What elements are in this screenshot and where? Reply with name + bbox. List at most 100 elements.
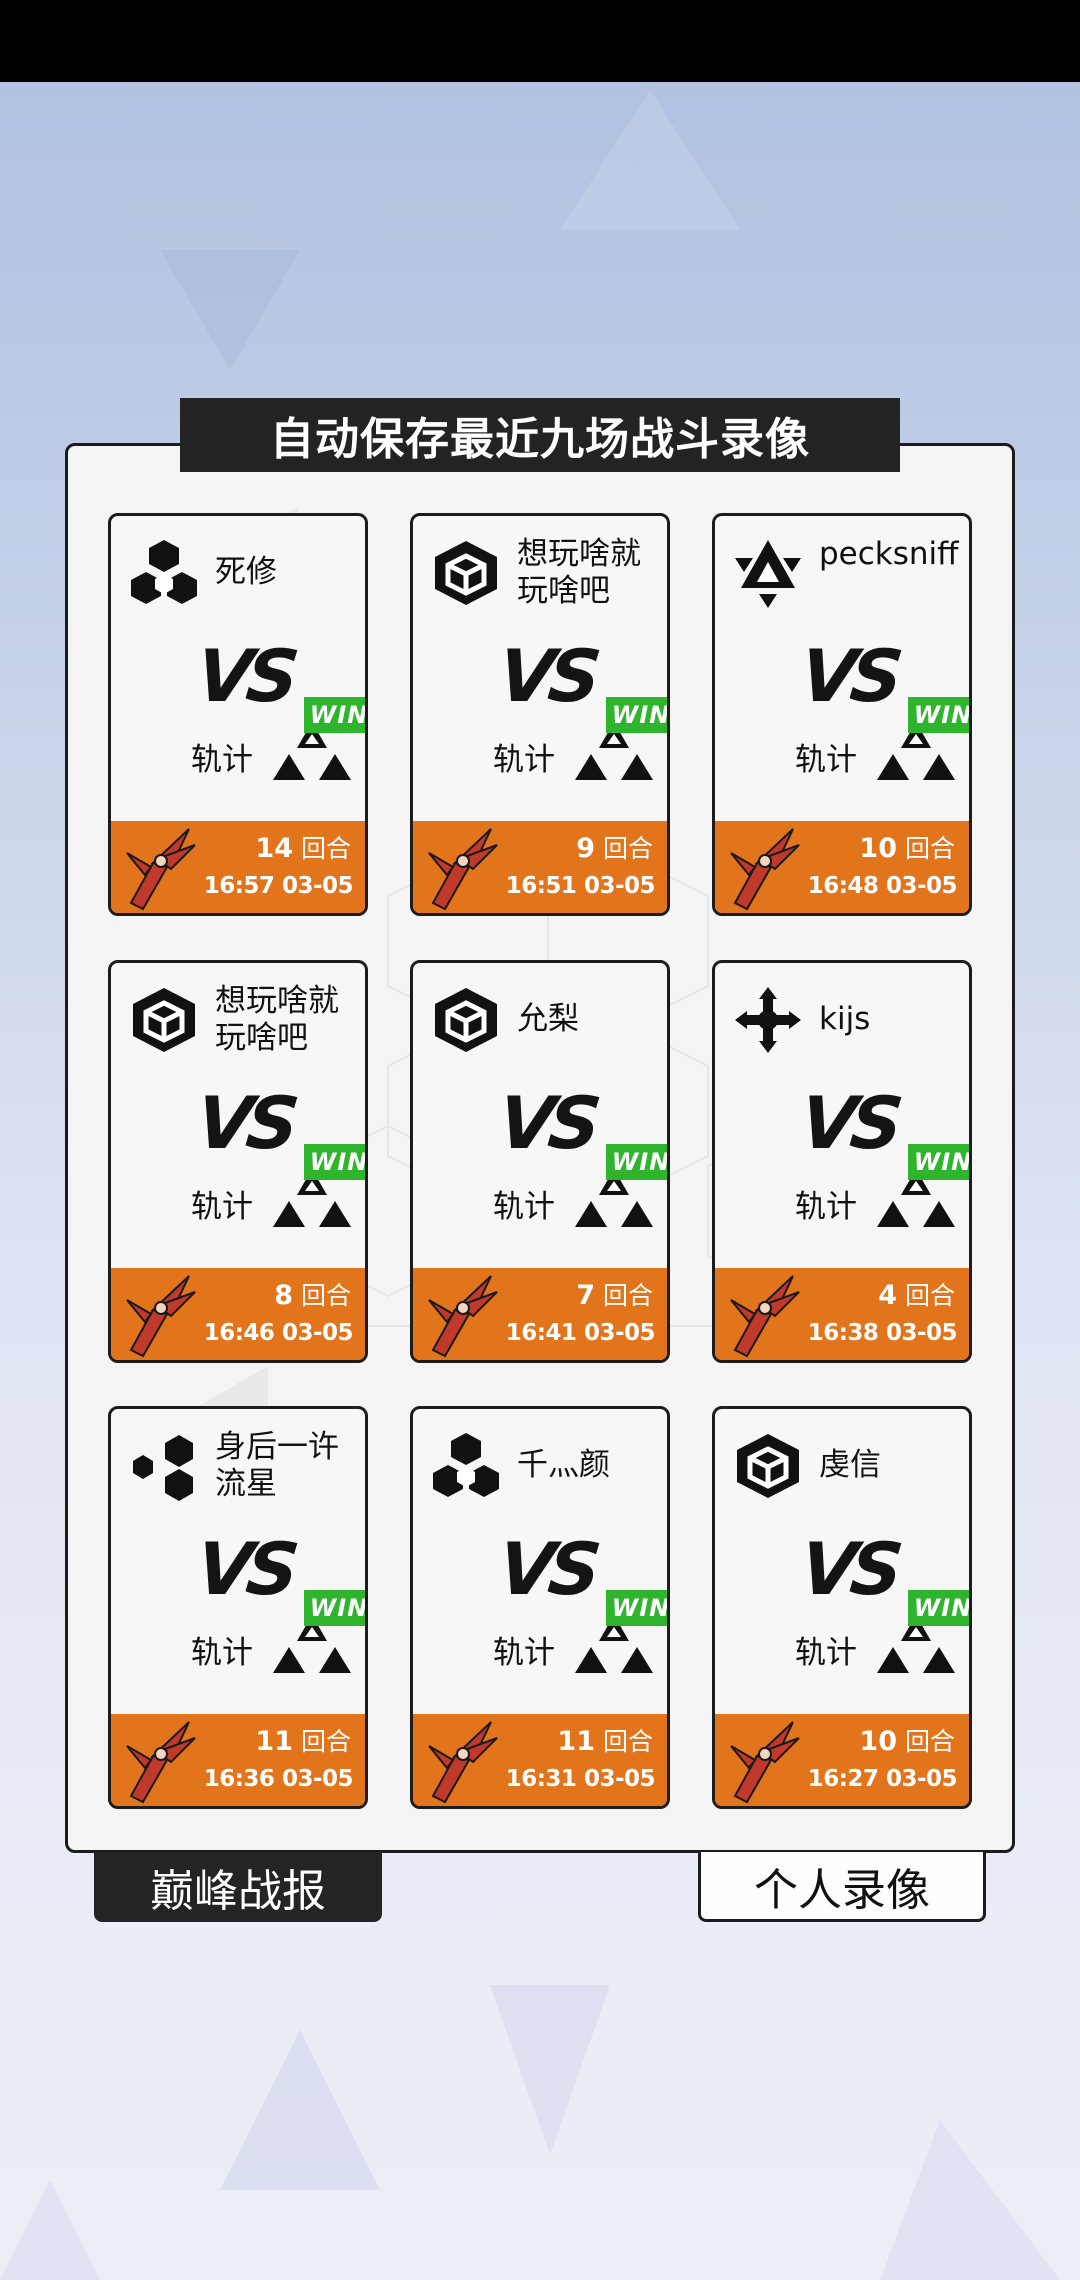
battle-record-card[interactable]: 身后一许流星 VS 轨计 WIN 11 回合 16:36 03-05 [108,1406,368,1809]
rounds-label: 回合 [300,834,351,863]
card-header: kijs VS 轨计 WIN [715,963,969,1268]
vs-label: VS [494,1081,599,1165]
cube-icon [431,538,501,608]
background-triangle [0,2180,100,2280]
tab-peak-reports[interactable]: 巅峰战报 [94,1852,382,1922]
player-name: 轨计 [493,1189,555,1225]
cube-icon [431,985,501,1055]
rounds-number: 8 [274,1280,293,1311]
hero-portrait [123,823,197,911]
player-name: 轨计 [795,1189,857,1225]
rounds-count: 10 回合 [859,829,955,865]
battle-record-card[interactable]: kijs VS 轨计 WIN 4 回合 16:38 03-05 [712,960,972,1363]
battle-record-card[interactable]: 死修 VS 轨计 WIN 14 回合 16:57 03-05 [108,513,368,916]
battle-record-card[interactable]: pecksniff VS 轨计 WIN 10 回合 16:48 03-05 [712,513,972,916]
win-badge: WIN [304,697,365,733]
battle-time: 16:46 03-05 [203,1320,354,1346]
rounds-label: 回合 [602,834,653,863]
card-footer: 7 回合 16:41 03-05 [413,1268,667,1360]
player-name: 轨计 [191,1189,253,1225]
rounds-label: 回合 [300,1281,351,1310]
rounds-count: 11 回合 [557,1722,653,1758]
battle-record-card[interactable]: 允梨 VS 轨计 WIN 7 回合 16:41 03-05 [410,960,670,1363]
player-name: 轨计 [191,742,253,778]
opponent-name: 死修 [215,554,277,590]
status-bar [0,0,1080,82]
rounds-number: 10 [859,833,897,864]
win-badge: WIN [606,697,667,733]
card-footer: 8 回合 16:46 03-05 [111,1268,365,1360]
vs-label: VS [796,634,901,718]
player-name: 轨计 [493,742,555,778]
rounds-count: 9 回合 [576,829,653,865]
opponent-name: pecksniff [819,536,959,572]
battle-record-card[interactable]: 千灬颜 VS 轨计 WIN 11 回合 16:31 03-05 [410,1406,670,1809]
win-badge: WIN [304,1590,365,1626]
vs-label: VS [796,1081,901,1165]
rounds-number: 11 [557,1726,595,1757]
rounds-count: 10 回合 [859,1722,955,1758]
background-triangle [880,2120,1060,2280]
background-triangle [160,250,300,370]
battle-time: 16:57 03-05 [203,873,354,899]
win-badge: WIN [908,1144,969,1180]
vs-label: VS [192,634,297,718]
hero-portrait [425,823,499,911]
battle-time: 16:51 03-05 [505,873,656,899]
rounds-count: 11 回合 [255,1722,351,1758]
card-footer: 10 回合 16:27 03-05 [715,1714,969,1806]
card-header: 身后一许流星 VS 轨计 WIN [111,1409,365,1714]
win-badge: WIN [908,1590,969,1626]
card-header: 千灬颜 VS 轨计 WIN [413,1409,667,1714]
rounds-count: 14 回合 [255,829,351,865]
hex-arc-icon [129,1431,199,1501]
rounds-label: 回合 [904,1281,955,1310]
rounds-number: 11 [255,1726,293,1757]
card-header: pecksniff VS 轨计 WIN [715,516,969,821]
rounds-label: 回合 [904,1727,955,1756]
vs-label: VS [796,1527,901,1611]
hero-portrait [425,1270,499,1358]
opponent-name: 虔信 [819,1447,881,1483]
rounds-count: 8 回合 [274,1276,351,1312]
hex-cluster-icon [129,538,199,608]
hex-cluster-icon [431,1431,501,1501]
card-header: 想玩啥就玩啥吧 VS 轨计 WIN [111,963,365,1268]
rounds-label: 回合 [602,1281,653,1310]
rounds-number: 14 [255,833,293,864]
card-footer: 9 回合 16:51 03-05 [413,821,667,913]
battle-record-card[interactable]: 想玩啥就玩啥吧 VS 轨计 WIN 9 回合 16:51 03-05 [410,513,670,916]
player-name: 轨计 [493,1635,555,1671]
player-name: 轨计 [795,742,857,778]
page-title: 自动保存最近九场战斗录像 [180,398,900,472]
vs-label: VS [192,1527,297,1611]
battle-time: 16:41 03-05 [505,1320,656,1346]
background-triangle [490,1985,610,2155]
opponent-name: 允梨 [517,1001,579,1037]
rounds-number: 9 [576,833,595,864]
tab-personal-recordings[interactable]: 个人录像 [698,1852,986,1922]
battle-time: 16:36 03-05 [203,1766,354,1792]
background-triangle [560,90,740,230]
cube-icon [129,985,199,1055]
battle-time: 16:27 03-05 [807,1766,958,1792]
rounds-label: 回合 [904,834,955,863]
hero-portrait [727,1270,801,1358]
vs-label: VS [192,1081,297,1165]
player-name: 轨计 [191,1635,253,1671]
hero-portrait [123,1270,197,1358]
card-footer: 11 回合 16:36 03-05 [111,1714,365,1806]
win-badge: WIN [908,697,969,733]
rounds-number: 4 [878,1280,897,1311]
battle-time: 16:38 03-05 [807,1320,958,1346]
card-header: 虔信 VS 轨计 WIN [715,1409,969,1714]
opponent-name: 想玩啥就玩啥吧 [517,536,641,609]
card-footer: 11 回合 16:31 03-05 [413,1714,667,1806]
card-header: 允梨 VS 轨计 WIN [413,963,667,1268]
battle-record-card[interactable]: 虔信 VS 轨计 WIN 10 回合 16:27 03-05 [712,1406,972,1809]
card-header: 死修 VS 轨计 WIN [111,516,365,821]
opponent-name: 想玩啥就玩啥吧 [215,983,339,1056]
card-footer: 4 回合 16:38 03-05 [715,1268,969,1360]
vs-label: VS [494,1527,599,1611]
battle-record-card[interactable]: 想玩啥就玩啥吧 VS 轨计 WIN 8 回合 16:46 03-05 [108,960,368,1363]
